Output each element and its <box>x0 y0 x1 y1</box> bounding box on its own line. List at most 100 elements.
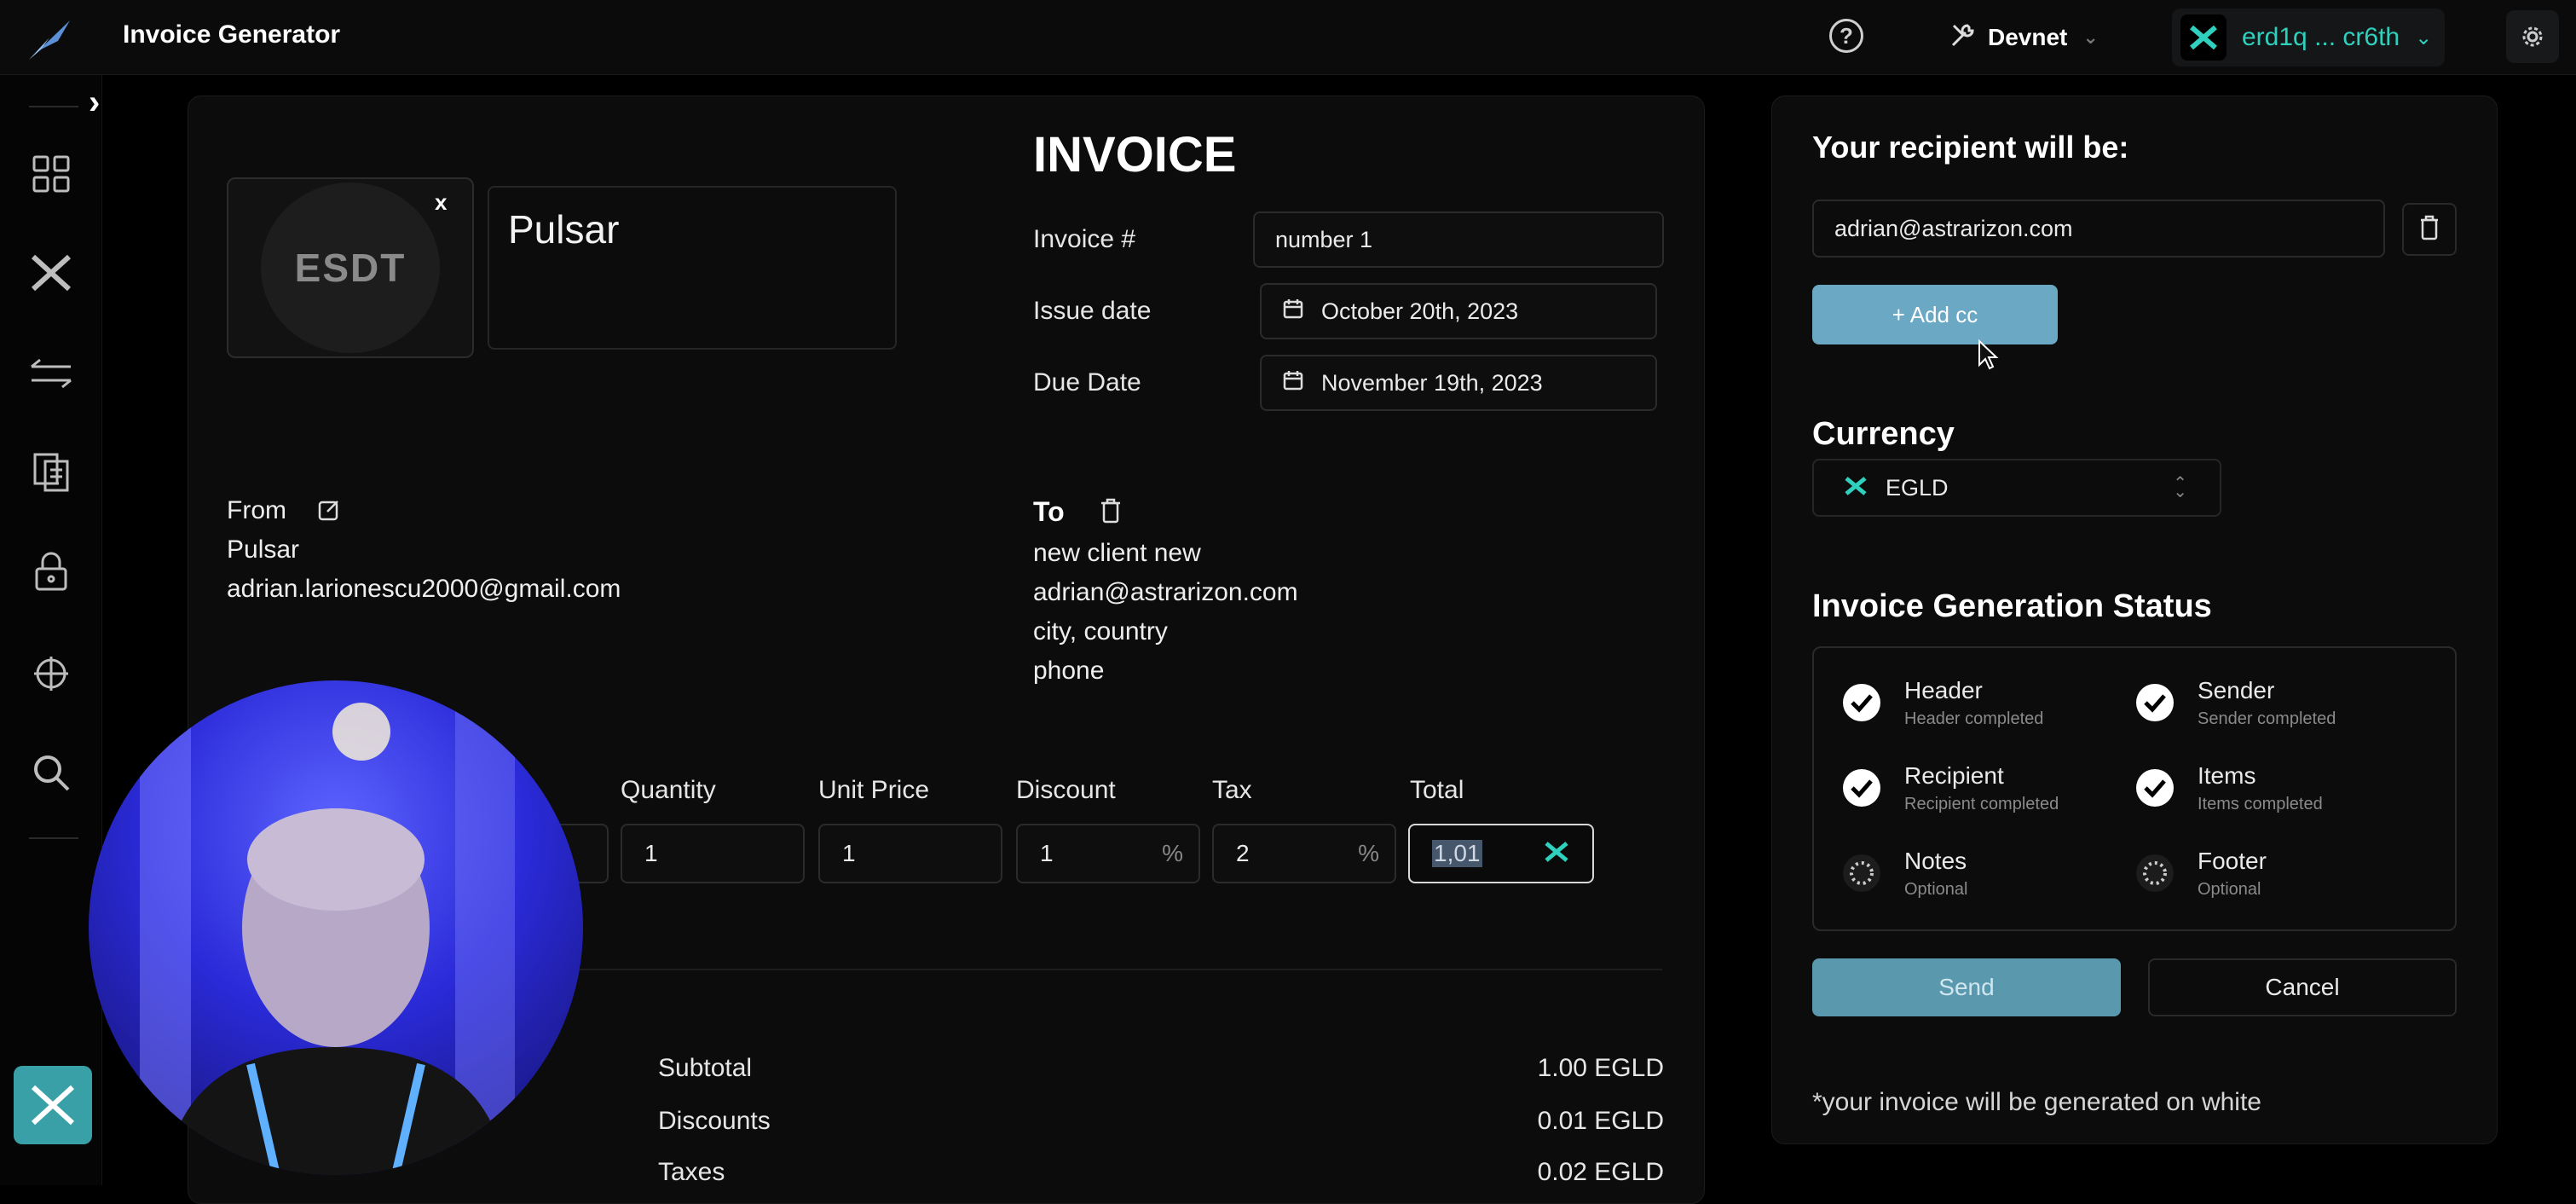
issue-date-picker[interactable]: October 20th, 2023 <box>1260 283 1657 339</box>
to-label: To <box>1033 496 1065 527</box>
section-divider <box>554 969 1662 970</box>
unit-price-input[interactable]: 1 <box>818 824 1002 883</box>
discounts-label: Discounts <box>658 1107 771 1135</box>
company-name: Pulsar <box>508 207 620 252</box>
cancel-button[interactable]: Cancel <box>2148 958 2457 1016</box>
status-notes: Notes Optional <box>1841 848 1968 900</box>
lock-icon[interactable] <box>27 547 75 595</box>
loading-spinner-icon <box>2134 853 2175 894</box>
currency-title: Currency <box>1812 416 1955 452</box>
quantity-value: 1 <box>644 840 658 866</box>
quantity-header: Quantity <box>621 776 716 804</box>
discounts-value: 0.01 EGLD <box>1537 1107 1664 1135</box>
issue-date-label: Issue date <box>1033 297 1152 325</box>
due-date-picker[interactable]: November 19th, 2023 <box>1260 355 1657 411</box>
gear-icon[interactable] <box>2506 10 2559 63</box>
total-header: Total <box>1410 776 1464 804</box>
check-circle-icon <box>2134 767 2175 808</box>
multiversx-icon <box>2180 14 2227 61</box>
status-sub: Recipient completed <box>1904 795 2059 813</box>
status-sub: Sender completed <box>2198 709 2336 728</box>
percent-sign: % <box>1358 840 1379 866</box>
send-button[interactable]: Send <box>1812 958 2121 1016</box>
trash-icon[interactable] <box>1100 498 1122 528</box>
multiversx-icon[interactable] <box>27 249 75 297</box>
status-header: Header Header completed <box>1841 677 2043 729</box>
check-circle-icon <box>1841 682 1882 723</box>
multiversx-app-button[interactable] <box>14 1066 92 1144</box>
invoice-number-label: Invoice # <box>1033 225 1136 253</box>
egld-icon <box>1545 841 1568 868</box>
tax-header: Tax <box>1212 776 1252 804</box>
to-name: new client new <box>1033 539 1201 567</box>
to-address: city, country <box>1033 617 1168 645</box>
app-title: Invoice Generator <box>123 20 341 49</box>
top-bar: Invoice Generator ? Devnet ⌄ erd1q ... c… <box>0 0 2576 75</box>
unit-price-value: 1 <box>842 840 856 866</box>
subtotal-value: 1.00 EGLD <box>1537 1054 1664 1082</box>
to-email: adrian@astrarizon.com <box>1033 578 1298 606</box>
tools-icon <box>1949 20 1978 55</box>
total-input[interactable]: 1,01 <box>1408 824 1594 883</box>
dashboard-grid-icon[interactable] <box>27 150 75 198</box>
loading-spinner-icon <box>1841 853 1882 894</box>
sidebar-divider <box>29 837 78 839</box>
quantity-input[interactable]: 1 <box>621 824 805 883</box>
taxes-label: Taxes <box>658 1158 725 1186</box>
status-sender: Sender Sender completed <box>2134 677 2336 729</box>
chevron-down-icon: ⌄ <box>2082 26 2099 48</box>
search-icon[interactable] <box>27 749 75 796</box>
discount-input[interactable]: 1 % <box>1016 824 1200 883</box>
status-name: Sender <box>2198 677 2275 703</box>
remove-logo-button[interactable]: x <box>435 189 447 216</box>
sidebar-divider <box>29 106 78 107</box>
recipient-title: Your recipient will be: <box>1812 130 2129 165</box>
transfer-arrows-icon[interactable] <box>27 350 75 397</box>
to-phone: phone <box>1033 657 1105 685</box>
from-email: adrian.larionescu2000@gmail.com <box>227 575 621 603</box>
status-name: Footer <box>2198 848 2267 874</box>
status-recipient: Recipient Recipient completed <box>1841 762 2059 814</box>
status-title: Invoice Generation Status <box>1812 588 2212 624</box>
currency-select[interactable]: EGLD ⌃ ⌄ <box>1812 459 2221 517</box>
help-icon[interactable]: ? <box>1829 19 1863 53</box>
wallet-selector[interactable]: erd1q ... cr6th ⌄ <box>2172 9 2445 67</box>
recipient-email-input[interactable]: adrian@astrarizon.com <box>1812 200 2385 258</box>
egld-icon <box>1845 475 1867 501</box>
sidebar-expand-icon[interactable]: › <box>89 84 123 126</box>
discount-value: 1 <box>1040 840 1054 866</box>
chevron-updown-icon: ⌃ ⌄ <box>2173 474 2187 501</box>
webcam-overlay <box>89 680 583 1175</box>
trash-icon <box>2419 215 2440 245</box>
status-items: Items Items completed <box>2134 762 2323 814</box>
tax-value: 2 <box>1236 840 1250 866</box>
globe-icon[interactable] <box>27 650 75 698</box>
network-selector[interactable]: Devnet ⌄ <box>1949 12 2119 63</box>
status-sub: Items completed <box>2198 795 2323 813</box>
currency-value: EGLD <box>1886 474 1949 501</box>
network-label: Devnet <box>1988 24 2068 50</box>
unit-price-header: Unit Price <box>818 776 930 804</box>
from-label: From <box>227 496 286 524</box>
app-logo-icon[interactable] <box>24 15 75 67</box>
edit-icon[interactable] <box>317 498 341 526</box>
tax-input[interactable]: 2 % <box>1212 824 1396 883</box>
delete-recipient-button[interactable] <box>2402 203 2457 256</box>
status-sub: Optional <box>1904 880 1968 899</box>
status-sub: Header completed <box>1904 709 2044 728</box>
issue-date-value: October 20th, 2023 <box>1321 298 1519 324</box>
add-cc-button[interactable]: + Add cc <box>1812 285 2058 344</box>
status-name: Header <box>1904 677 1983 703</box>
invoice-number-input[interactable]: number 1 <box>1253 211 1664 268</box>
due-date-label: Due Date <box>1033 368 1141 397</box>
discount-header: Discount <box>1016 776 1116 804</box>
invoice-title: INVOICE <box>1033 127 1237 182</box>
recipient-email-value: adrian@astrarizon.com <box>1834 215 2073 241</box>
check-circle-icon <box>1841 767 1882 808</box>
wallet-address: erd1q ... cr6th <box>2242 23 2400 51</box>
taxes-value: 0.02 EGLD <box>1537 1158 1664 1186</box>
documents-icon[interactable] <box>27 449 75 496</box>
sidebar <box>0 75 102 1185</box>
calendar-icon <box>1282 369 1304 397</box>
invoice-logo-image: ESDT <box>261 182 440 353</box>
